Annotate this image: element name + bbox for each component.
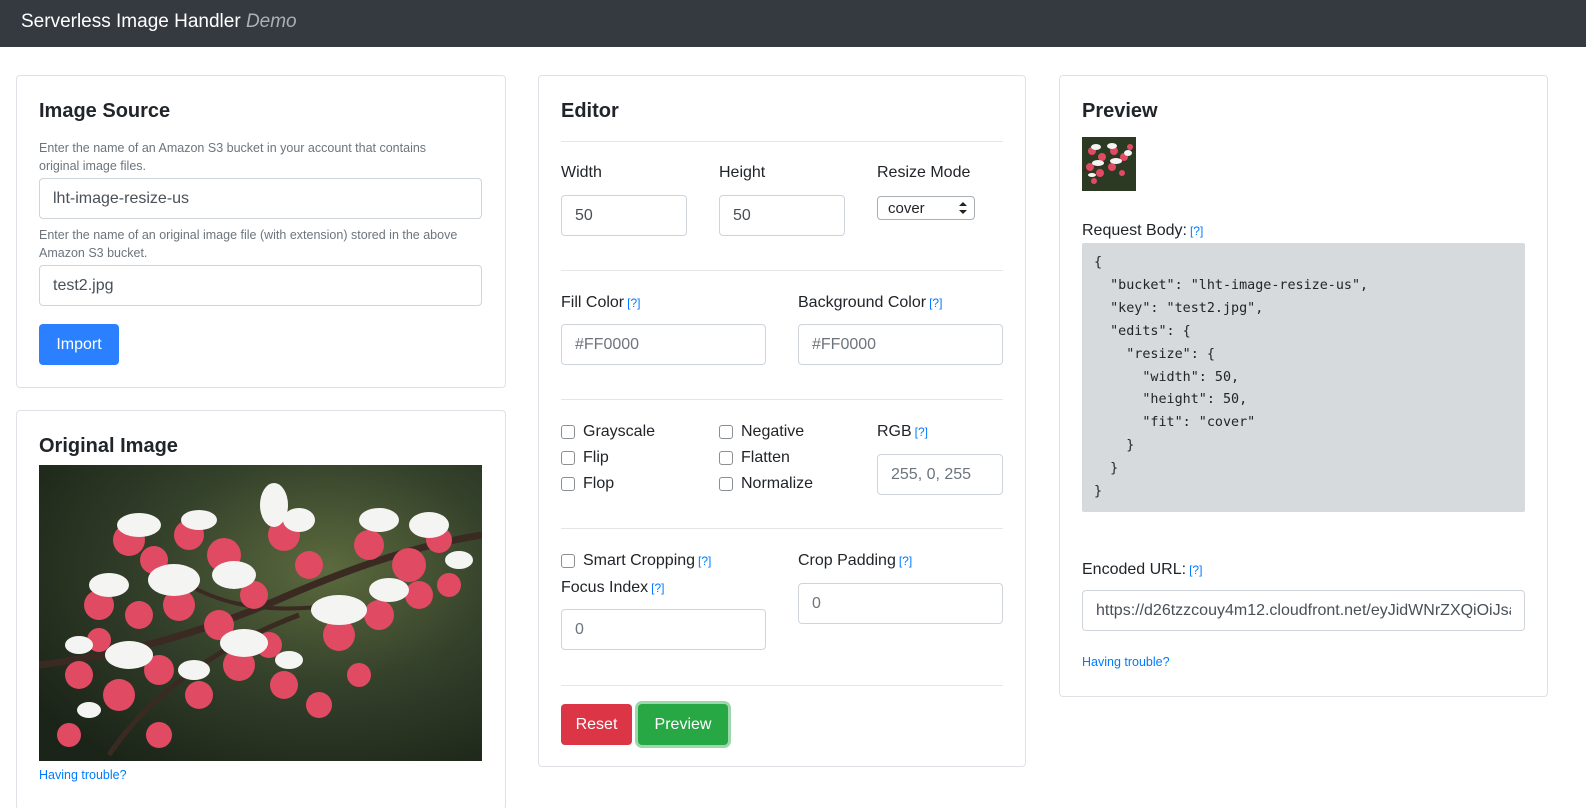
fill-color-label: Fill Color [?] xyxy=(561,294,640,312)
flatten-label: Flatten xyxy=(741,449,790,466)
height-label: Height xyxy=(719,164,766,181)
grayscale-checkbox[interactable]: Grayscale xyxy=(561,423,655,441)
rgb-input[interactable] xyxy=(877,454,1003,495)
app-title: Serverless Image Handler Demo xyxy=(21,11,297,33)
original-image-trouble-link[interactable]: Having trouble? xyxy=(39,768,127,782)
rgb-label-text: RGB xyxy=(877,423,912,440)
request-body-label: Request Body: [?] xyxy=(1082,222,1203,240)
request-body-code: { "bucket": "lht-image-resize-us", "key"… xyxy=(1082,243,1525,512)
import-button[interactable]: Import xyxy=(39,324,119,365)
preview-button[interactable]: Preview xyxy=(638,704,728,745)
resize-mode-value: cover xyxy=(888,199,925,217)
bucket-name-input[interactable] xyxy=(39,178,482,219)
bucket-help-text: Enter the name of an Amazon S3 bucket in… xyxy=(39,141,427,173)
editor-divider-4 xyxy=(561,528,1003,529)
normalize-checkbox-box[interactable] xyxy=(719,477,733,491)
encoded-url-help-link[interactable]: [?] xyxy=(1189,563,1202,577)
blossom-photo-icon xyxy=(39,465,482,761)
blossom-thumbnail-icon xyxy=(1082,137,1136,191)
crop-padding-input[interactable] xyxy=(798,583,1003,624)
negative-label: Negative xyxy=(741,423,805,440)
editor-divider-2 xyxy=(561,270,1003,271)
flatten-checkbox-box[interactable] xyxy=(719,451,733,465)
image-key-help-text: Enter the name of an original image file… xyxy=(39,228,458,260)
background-color-input[interactable] xyxy=(798,324,1003,365)
crop-padding-help-link[interactable]: [?] xyxy=(899,554,912,568)
editor-title: Editor xyxy=(561,100,619,122)
preview-trouble-link[interactable]: Having trouble? xyxy=(1082,655,1170,669)
flop-label: Flop xyxy=(583,475,615,492)
crop-padding-label-text: Crop Padding xyxy=(798,552,896,569)
encoded-url-label: Encoded URL: [?] xyxy=(1082,561,1202,579)
background-color-help-link[interactable]: [?] xyxy=(929,296,942,310)
background-color-label: Background Color [?] xyxy=(798,294,942,312)
image-key-input[interactable] xyxy=(39,265,482,306)
editor-divider-3 xyxy=(561,399,1003,400)
flip-checkbox-box[interactable] xyxy=(561,451,575,465)
crop-padding-label: Crop Padding [?] xyxy=(798,552,912,570)
width-label: Width xyxy=(561,164,602,181)
editor-divider-1 xyxy=(561,141,1003,142)
top-navbar: Serverless Image Handler Demo xyxy=(0,0,1586,47)
focus-index-input[interactable] xyxy=(561,609,766,650)
app-title-text: Serverless Image Handler xyxy=(21,11,241,32)
background-color-label-text: Background Color xyxy=(798,294,927,311)
normalize-label: Normalize xyxy=(741,475,814,492)
request-body-label-text: Request Body: xyxy=(1082,222,1187,239)
request-body-help-link[interactable]: [?] xyxy=(1190,224,1203,238)
fill-color-help-link[interactable]: [?] xyxy=(627,296,640,310)
flip-checkbox[interactable]: Flip xyxy=(561,449,609,467)
preview-title: Preview xyxy=(1082,100,1158,122)
original-image-title: Original Image xyxy=(39,435,178,457)
smart-cropping-help-link[interactable]: [?] xyxy=(698,554,711,568)
flatten-checkbox[interactable]: Flatten xyxy=(719,449,790,467)
resize-mode-label: Resize Mode xyxy=(877,164,971,181)
flop-checkbox-box[interactable] xyxy=(561,477,575,491)
select-arrows-icon xyxy=(959,202,967,214)
rgb-help-link[interactable]: [?] xyxy=(915,425,928,439)
smart-cropping-checkbox[interactable]: Smart Cropping [?] xyxy=(561,552,711,570)
negative-checkbox-box[interactable] xyxy=(719,425,733,439)
rgb-label: RGB [?] xyxy=(877,423,928,441)
negative-checkbox[interactable]: Negative xyxy=(719,423,804,441)
editor-divider-5 xyxy=(561,685,1003,686)
image-source-title: Image Source xyxy=(39,100,171,122)
flop-checkbox[interactable]: Flop xyxy=(561,475,614,493)
resize-mode-select[interactable]: cover xyxy=(877,196,975,220)
width-input[interactable] xyxy=(561,195,687,236)
normalize-checkbox[interactable]: Normalize xyxy=(719,475,813,493)
original-image xyxy=(39,465,482,761)
fill-color-label-text: Fill Color xyxy=(561,294,625,311)
encoded-url-label-text: Encoded URL: xyxy=(1082,561,1187,578)
app-title-suffix: Demo xyxy=(245,11,297,32)
reset-button[interactable]: Reset xyxy=(561,704,632,745)
encoded-url-input[interactable] xyxy=(1082,590,1525,631)
flip-label: Flip xyxy=(583,449,609,466)
focus-index-help-link[interactable]: [?] xyxy=(651,581,664,595)
preview-thumbnail xyxy=(1082,137,1136,191)
fill-color-input[interactable] xyxy=(561,324,766,365)
focus-index-label: Focus Index [?] xyxy=(561,579,665,597)
height-input[interactable] xyxy=(719,195,845,236)
grayscale-checkbox-box[interactable] xyxy=(561,425,575,439)
smart-cropping-checkbox-box[interactable] xyxy=(561,554,575,568)
grayscale-label: Grayscale xyxy=(583,423,656,440)
smart-cropping-label: Smart Cropping xyxy=(583,552,696,569)
focus-index-label-text: Focus Index xyxy=(561,579,649,596)
